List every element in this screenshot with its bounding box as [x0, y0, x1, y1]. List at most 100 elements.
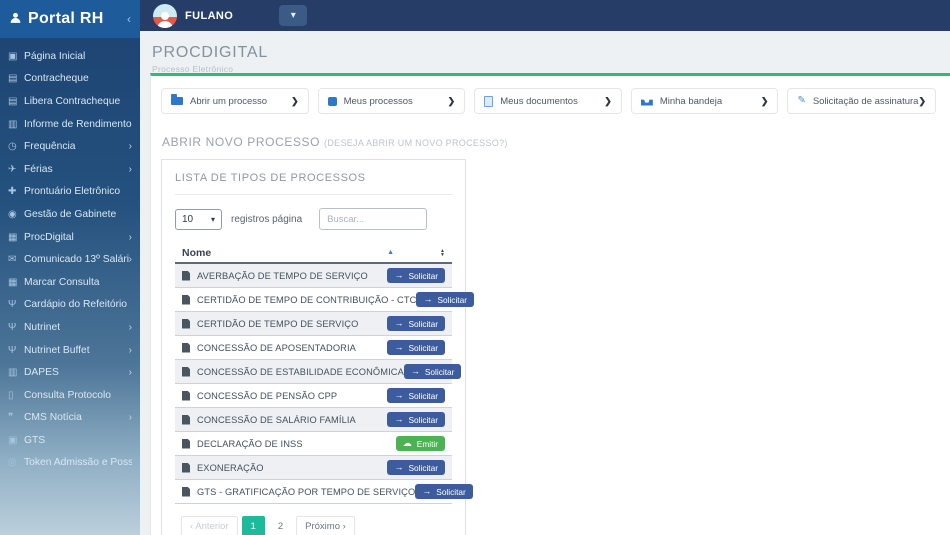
arrow-right-icon: →	[394, 414, 404, 424]
solicitar-button[interactable]: → Solicitar	[387, 460, 445, 475]
sidebar-item-ferias[interactable]: ✈ Férias ›	[0, 158, 140, 181]
quote-icon: ❞	[8, 412, 14, 424]
quick-links: Abrir um processo ❯ Meus processos ❯ Meu…	[151, 76, 950, 114]
sidebar-item-label: Nutrinet Buffet	[24, 344, 90, 356]
card-minha-bandeja[interactable]: Minha bandeja ❯	[630, 88, 779, 114]
document-icon	[182, 294, 190, 305]
action-label: Emitir	[416, 438, 438, 449]
search-input[interactable]	[319, 208, 428, 230]
card-label: Minha bandeja	[659, 95, 723, 107]
sidebar-item-gts[interactable]: ▣ GTS	[0, 429, 140, 452]
emitir-button[interactable]: ☁ Emitir	[395, 436, 445, 451]
sidebar-collapse-icon[interactable]: ‹	[127, 12, 131, 26]
app-logo: Portal RH	[28, 10, 104, 27]
user-menu-button[interactable]: ▾	[279, 5, 308, 26]
page-title: PROCDIGITAL	[152, 44, 269, 61]
sidebar-item-cms-noticia[interactable]: ❞ CMS Notícia ›	[0, 407, 140, 430]
sidebar-item-marcar-consulta[interactable]: ▦ Marcar Consulta	[0, 271, 140, 294]
chevron-right-icon: ›	[128, 367, 132, 379]
sidebar-item-informe-rendimentos[interactable]: ▥ Informe de Rendimentos	[0, 113, 140, 136]
sidebar-item-pagina-inicial[interactable]: ▣ Página Inicial	[0, 45, 140, 68]
solicitar-button[interactable]: → Solicitar	[387, 268, 445, 283]
solicitar-button[interactable]: → Solicitar	[387, 316, 445, 331]
page-size-label: registros página	[231, 213, 303, 225]
document-icon	[182, 318, 190, 329]
sidebar-item-label: Informe de Rendimentos	[24, 118, 132, 130]
table-row: CERTIDÃO DE TEMPO DE CONTRIBUIÇÃO - CTC …	[175, 288, 474, 312]
document-icon: ▥	[8, 118, 18, 130]
document-icon	[182, 342, 190, 353]
process-name: CONCESSÃO DE PENSÃO CPP	[197, 390, 338, 401]
card-label: Meus documentos	[500, 95, 578, 107]
chevron-down-icon: ▾	[210, 214, 215, 224]
folder-icon	[171, 94, 183, 105]
chevron-right-icon: ›	[128, 254, 132, 266]
process-name: AVERBAÇÃO DE TEMPO DE SERVIÇO	[197, 270, 368, 281]
user-name: FULANO	[185, 9, 234, 22]
sidebar-item-nutrinet-buffet[interactable]: Ψ Nutrinet Buffet ›	[0, 339, 140, 362]
table-row: CONCESSÃO DE SALÁRIO FAMÍLIA → Solicitar	[175, 408, 452, 432]
sidebar-item-label: GTS	[24, 434, 46, 446]
card-meus-processos[interactable]: Meus processos ❯	[317, 88, 466, 114]
sidebar-item-label: Consulta Protocolo	[24, 389, 112, 401]
card-solicitacao-assinatura[interactable]: ✎ Solicitação de assinatura ❯	[787, 88, 936, 114]
pagination-previous-button[interactable]: ‹ Anterior	[181, 516, 238, 535]
sidebar-item-prontuario-eletronico[interactable]: ✚ Prontuário Eletrônico	[0, 181, 140, 204]
action-label: Solicitar	[408, 342, 438, 353]
process-name: DECLARAÇÃO DE INSS	[197, 438, 303, 449]
sidebar-item-consulta-protocolo[interactable]: ▯ Consulta Protocolo	[0, 384, 140, 407]
sidebar-item-frequencia[interactable]: ◷ Frequência ›	[0, 135, 140, 158]
sidebar-item-contracheque[interactable]: ▤ Contracheque	[0, 68, 140, 91]
table-row: AVERBAÇÃO DE TEMPO DE SERVIÇO → Solicitar	[175, 264, 452, 288]
card-abrir-um-processo[interactable]: Abrir um processo ❯	[161, 88, 309, 114]
sidebar-item-libera-contracheque[interactable]: ▤ Libera Contracheque	[0, 90, 140, 113]
monitor-icon: ▣	[8, 50, 18, 62]
solicitar-button[interactable]: → Solicitar	[415, 484, 473, 499]
document-icon	[484, 95, 494, 107]
sidebar-item-cardapio-refeitorio[interactable]: Ψ Cardápio do Refeitório	[0, 294, 140, 317]
card-meus-documentos[interactable]: Meus documentos ❯	[474, 88, 622, 114]
pagination-next-button[interactable]: Próximo ›	[296, 516, 355, 535]
document-icon	[182, 486, 190, 497]
sidebar-item-nutrinet[interactable]: Ψ Nutrinet ›	[0, 316, 140, 339]
chevron-right-icon: ›	[128, 163, 132, 175]
sidebar: Portal RH ‹ ▣ Página Inicial ▤ Contrachequ…	[0, 0, 140, 535]
process-name: CERTIDÃO DE TEMPO DE SERVIÇO	[197, 318, 359, 329]
box-icon	[327, 96, 337, 106]
sidebar-item-label: Cardápio do Refeitório	[24, 299, 128, 311]
solicitar-button[interactable]: → Solicitar	[387, 340, 445, 355]
solicitar-button[interactable]: → Solicitar	[387, 388, 445, 403]
cutlery-icon: Ψ	[8, 321, 17, 333]
sidebar-item-label: Frequência	[24, 141, 76, 153]
banknote-icon: ▤	[8, 73, 18, 85]
arrow-right-icon: →	[394, 390, 404, 400]
sidebar-item-comunicado-13-salario[interactable]: ✉ Comunicado 13º Salário ›	[0, 248, 140, 271]
action-label: Solicitar	[408, 414, 438, 425]
chevron-right-icon: ›	[128, 231, 132, 243]
sort-ascending-icon[interactable]: ▲	[387, 249, 394, 256]
pagination-page-2-button[interactable]: 2	[268, 516, 293, 535]
sidebar-item-procdigital[interactable]: ▦ ProcDigital ›	[0, 226, 140, 249]
solicitar-button[interactable]: → Solicitar	[416, 292, 474, 307]
sidebar-item-label: Página Inicial	[24, 50, 86, 62]
table-row: CONCESSÃO DE PENSÃO CPP → Solicitar	[175, 384, 452, 408]
monitor-icon: ▣	[8, 434, 18, 446]
page-size-select[interactable]: 10 ▾	[175, 208, 222, 230]
sidebar-item-dapes[interactable]: ▥ DAPES ›	[0, 361, 140, 384]
cutlery-icon: Ψ	[8, 344, 17, 356]
chevron-right-icon: ❯	[291, 95, 299, 106]
solicitar-button[interactable]: → Solicitar	[387, 412, 445, 427]
process-name: CONCESSÃO DE ESTABILIDADE ECONÔMICA	[197, 366, 404, 377]
arrow-right-icon: →	[394, 342, 404, 352]
column-header-nome[interactable]: Nome	[182, 247, 211, 259]
action-label: Solicitar	[436, 486, 466, 497]
sort-both-icon[interactable]: ▲ ▼	[440, 248, 445, 257]
sidebar-item-token-admissao-posse[interactable]: ◎ Token Admissão e Posse	[0, 452, 140, 475]
pagination-page-1-button[interactable]: 1	[241, 516, 265, 535]
pagination: ‹ Anterior 1 2 Próximo ›	[181, 516, 452, 535]
sidebar-item-gestao-gabinete[interactable]: ◉ Gestão de Gabinete	[0, 203, 140, 226]
table-header: Nome ▲ ▲ ▼	[175, 243, 452, 264]
table-row: DECLARAÇÃO DE INSS ☁ Emitir	[175, 432, 452, 456]
sidebar-item-label: DAPES	[24, 367, 59, 379]
solicitar-button[interactable]: → Solicitar	[403, 364, 462, 379]
